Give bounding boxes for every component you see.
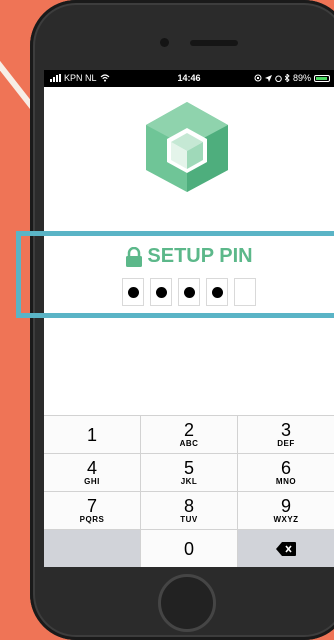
- key-letters: TUV: [180, 515, 198, 524]
- keypad-key-5[interactable]: 5 JKL: [141, 454, 237, 491]
- keypad-key-4[interactable]: 4 GHI: [44, 454, 140, 491]
- keypad-key-1[interactable]: 1: [44, 416, 140, 453]
- key-letters: PQRS: [79, 515, 105, 524]
- keypad-key-6[interactable]: 6 MNO: [238, 454, 334, 491]
- keypad-key-7[interactable]: 7 PQRS: [44, 492, 140, 529]
- keypad-key-3[interactable]: 3 DEF: [238, 416, 334, 453]
- battery-percent: 89%: [292, 73, 311, 83]
- delete-icon: [276, 541, 296, 556]
- keypad-key-9[interactable]: 9 WXYZ: [238, 492, 334, 529]
- keypad-delete-button[interactable]: [238, 530, 334, 567]
- key-digit: 2: [183, 420, 194, 440]
- numeric-keypad: 1 2 ABC 3 DEF 4 GHI 5 JKL 6 MNO 7 PQRS 8 TUV 9 WXYZ 0: [44, 415, 334, 567]
- key-digit: 8: [183, 496, 194, 516]
- app-logo: [146, 102, 228, 192]
- front-camera: [160, 38, 169, 47]
- keypad-key-8[interactable]: 8 TUV: [141, 492, 237, 529]
- key-letters: ABC: [179, 439, 199, 448]
- key-digit: 7: [86, 496, 97, 516]
- key-digit: 5: [183, 458, 194, 478]
- key-letters: DEF: [277, 439, 295, 448]
- bluetooth-icon: [284, 74, 290, 82]
- key-digit: 4: [86, 458, 97, 478]
- key-digit: 9: [280, 496, 291, 516]
- keypad-key-2[interactable]: 2 ABC: [141, 416, 237, 453]
- phone-screen: KPN NL 14:46 89% SETUP PIN 1 2 ABC 3 DEF…: [44, 70, 334, 567]
- home-button[interactable]: [158, 574, 216, 632]
- key-letters: JKL: [180, 477, 198, 486]
- battery-icon: [314, 74, 330, 82]
- key-digit: 3: [280, 420, 291, 440]
- key-letters: WXYZ: [273, 515, 299, 524]
- key-letters: MNO: [275, 477, 297, 486]
- alarm-icon: [275, 75, 282, 82]
- key-digit: 1: [86, 424, 97, 445]
- earpiece: [190, 40, 238, 46]
- keypad-blank: [44, 530, 140, 567]
- status-bar: KPN NL 14:46 89%: [44, 70, 334, 87]
- key-letters: GHI: [84, 477, 100, 486]
- status-right: 89%: [254, 73, 330, 83]
- orientation-lock-icon: [254, 74, 262, 82]
- keypad-key-0[interactable]: 0: [141, 530, 237, 567]
- key-digit: 0: [183, 538, 194, 559]
- highlight-frame: [16, 231, 334, 318]
- location-icon: [264, 74, 272, 82]
- key-digit: 6: [280, 458, 291, 478]
